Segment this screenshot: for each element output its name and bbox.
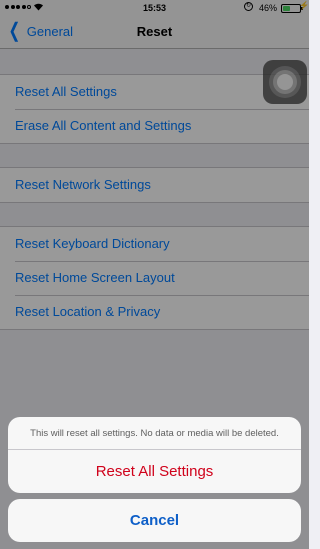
action-sheet-message: This will reset all settings. No data or… [8,417,301,450]
confirm-reset-button[interactable]: Reset All Settings [8,450,301,493]
cancel-sheet: Cancel [8,499,301,542]
action-sheet: This will reset all settings. No data or… [8,417,301,493]
cancel-button[interactable]: Cancel [8,499,301,542]
